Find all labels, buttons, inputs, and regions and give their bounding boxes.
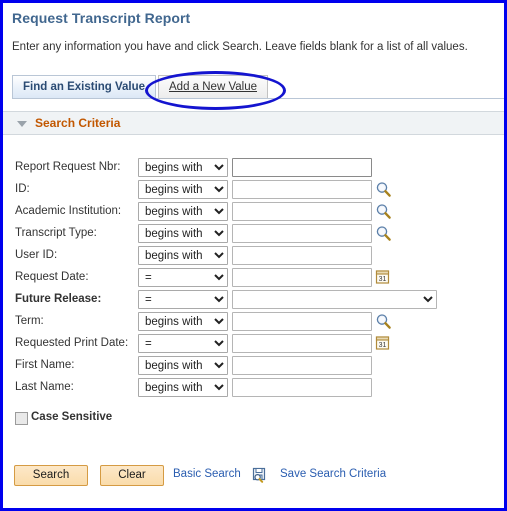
field-row-report-request-nbr: Report Request Nbr: begins with bbox=[3, 158, 504, 180]
search-button[interactable]: Search bbox=[14, 465, 88, 486]
triangle-down-icon[interactable] bbox=[17, 121, 27, 127]
label-transcript-type: Transcript Type: bbox=[15, 227, 97, 239]
operator-select-term[interactable]: begins with bbox=[138, 312, 228, 331]
field-row-first-name: First Name: begins with bbox=[3, 356, 504, 378]
operator-select-future-release[interactable]: = bbox=[138, 290, 228, 309]
search-icon[interactable] bbox=[375, 181, 392, 198]
label-requested-print-date: Requested Print Date: bbox=[15, 337, 129, 349]
input-requested-print-date[interactable] bbox=[232, 334, 372, 353]
svg-text:31: 31 bbox=[379, 276, 387, 283]
search-icon[interactable] bbox=[375, 313, 392, 330]
page-instructions: Enter any information you have and click… bbox=[12, 41, 468, 53]
tab-find-an-existing-value[interactable]: Find an Existing Value bbox=[12, 75, 157, 98]
label-user-id: User ID: bbox=[15, 249, 58, 261]
input-academic-institution[interactable] bbox=[232, 202, 372, 221]
label-academic-institution: Academic Institution: bbox=[15, 205, 122, 217]
input-report-request-nbr[interactable] bbox=[232, 158, 372, 177]
action-bar: Search Clear Basic Search Save Search Cr… bbox=[3, 465, 504, 487]
page-content: Request Transcript Report Enter any info… bbox=[3, 3, 504, 508]
basic-search-link[interactable]: Basic Search bbox=[173, 468, 241, 480]
tab-find-an-existing-value-label: Find an Existing Value bbox=[23, 81, 146, 93]
calendar-icon[interactable]: 31 bbox=[375, 269, 391, 285]
value-select-future-release[interactable] bbox=[232, 290, 437, 309]
field-row-academic-institution: Academic Institution: begins with bbox=[3, 202, 504, 224]
label-report-request-nbr: Report Request Nbr: bbox=[15, 161, 121, 173]
tab-strip: Find an Existing Value Add a New Value bbox=[3, 75, 504, 99]
calendar-icon[interactable]: 31 bbox=[375, 335, 391, 351]
operator-select-request-date[interactable]: = bbox=[138, 268, 228, 287]
field-row-term: Term: begins with bbox=[3, 312, 504, 334]
label-last-name: Last Name: bbox=[15, 381, 74, 393]
case-sensitive-checkbox[interactable] bbox=[15, 412, 28, 425]
search-criteria-header[interactable]: Search Criteria bbox=[3, 111, 504, 135]
tab-add-a-new-value-label: Add a New Value bbox=[169, 81, 258, 93]
operator-select-id[interactable]: begins with bbox=[138, 180, 228, 199]
field-row-last-name: Last Name: begins with bbox=[3, 378, 504, 400]
label-id: ID: bbox=[15, 183, 30, 195]
operator-select-transcript-type[interactable]: begins with bbox=[138, 224, 228, 243]
field-row-future-release: Future Release: = bbox=[3, 290, 504, 312]
input-first-name[interactable] bbox=[232, 356, 372, 375]
input-transcript-type[interactable] bbox=[232, 224, 372, 243]
input-request-date[interactable] bbox=[232, 268, 372, 287]
operator-select-first-name[interactable]: begins with bbox=[138, 356, 228, 375]
label-first-name: First Name: bbox=[15, 359, 75, 371]
label-term: Term: bbox=[15, 315, 44, 327]
clear-button[interactable]: Clear bbox=[100, 465, 164, 486]
tab-strip-underline bbox=[12, 98, 504, 99]
case-sensitive-label: Case Sensitive bbox=[31, 411, 113, 423]
save-search-criteria-link[interactable]: Save Search Criteria bbox=[280, 468, 386, 480]
search-icon[interactable] bbox=[375, 225, 392, 242]
operator-select-user-id[interactable]: begins with bbox=[138, 246, 228, 265]
field-row-id: ID: begins with bbox=[3, 180, 504, 202]
input-id[interactable] bbox=[232, 180, 372, 199]
input-term[interactable] bbox=[232, 312, 372, 331]
input-last-name[interactable] bbox=[232, 378, 372, 397]
search-criteria-title: Search Criteria bbox=[35, 116, 121, 130]
input-user-id[interactable] bbox=[232, 246, 372, 265]
save-search-icon[interactable] bbox=[252, 466, 270, 484]
operator-select-academic-institution[interactable]: begins with bbox=[138, 202, 228, 221]
operator-select-report-request-nbr[interactable]: begins with bbox=[138, 158, 228, 177]
field-row-requested-print-date: Requested Print Date: = 31 bbox=[3, 334, 504, 356]
label-future-release: Future Release: bbox=[15, 293, 102, 305]
search-icon[interactable] bbox=[375, 203, 392, 220]
operator-select-requested-print-date[interactable]: = bbox=[138, 334, 228, 353]
field-row-request-date: Request Date: = 31 bbox=[3, 268, 504, 290]
operator-select-last-name[interactable]: begins with bbox=[138, 378, 228, 397]
svg-text:31: 31 bbox=[379, 342, 387, 349]
field-row-transcript-type: Transcript Type: begins with bbox=[3, 224, 504, 246]
page-title: Request Transcript Report bbox=[12, 10, 191, 26]
field-row-user-id: User ID: begins with bbox=[3, 246, 504, 268]
search-criteria-form: Report Request Nbr: begins with ID: begi… bbox=[3, 158, 504, 400]
tab-add-a-new-value[interactable]: Add a New Value bbox=[158, 75, 269, 98]
screenshot-frame: Request Transcript Report Enter any info… bbox=[0, 0, 507, 511]
label-request-date: Request Date: bbox=[15, 271, 89, 283]
